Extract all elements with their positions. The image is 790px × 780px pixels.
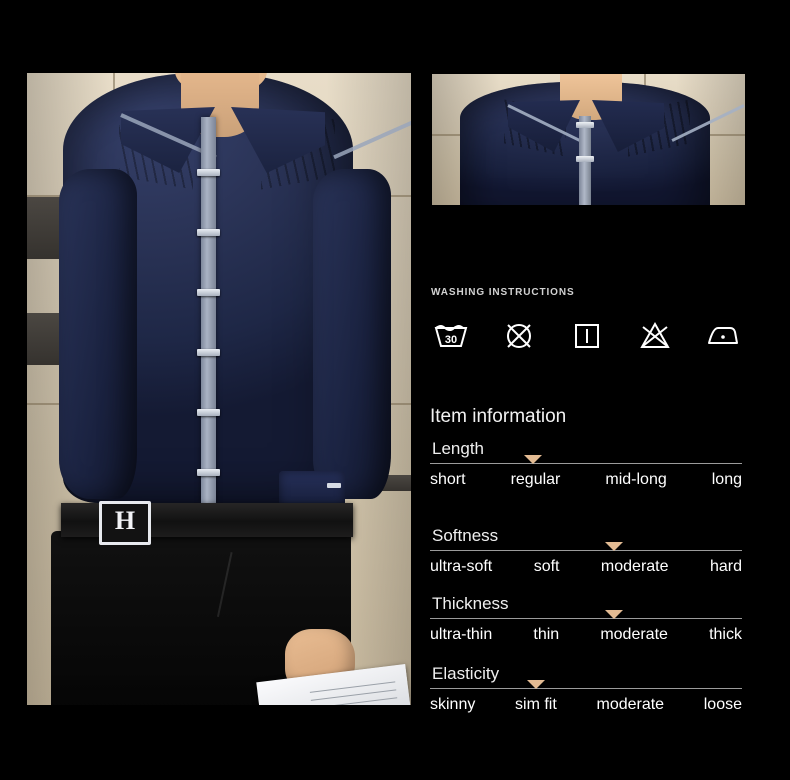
spec-rail (430, 542, 742, 551)
iron-low-heat-icon (703, 316, 743, 356)
shirt-sleeve-right (313, 169, 391, 499)
do-not-tumble-dry-icon (499, 316, 539, 356)
spec-category-label: Thickness (432, 594, 509, 613)
shirt-button-clip (197, 169, 220, 176)
spec-thickness: Thickness ultra-thin thin moderate thick (430, 595, 742, 644)
wash-30-icon: 30 (431, 316, 471, 356)
spec-option[interactable]: moderate (596, 696, 664, 714)
spec-rail (430, 455, 742, 464)
shirt-button-clip (576, 122, 594, 128)
spec-option[interactable]: long (712, 471, 742, 489)
shirt-button-clip (197, 409, 220, 416)
spec-rail (430, 680, 742, 689)
spec-option[interactable]: sim fit (515, 696, 557, 714)
spec-option[interactable]: thick (709, 626, 742, 644)
shirt-collar-detail[interactable] (432, 74, 745, 205)
spec-marker (605, 610, 624, 619)
shirt-button-clip (197, 229, 220, 236)
spec-rail (430, 610, 742, 619)
item-information-title: Item information (430, 406, 567, 427)
washing-icon-row: 30 (431, 312, 743, 360)
spec-option[interactable]: mid-long (605, 471, 666, 489)
shirt-button-clip (197, 289, 220, 296)
shirt-torso (59, 73, 411, 503)
h-belt-buckle (99, 501, 151, 545)
spec-marker (523, 455, 542, 464)
spec-marker (605, 542, 624, 551)
spec-softness: Softness ultra-soft soft moderate hard (430, 527, 742, 576)
drip-dry-icon (567, 316, 607, 356)
cuff-link (327, 483, 341, 488)
spec-option[interactable]: moderate (600, 626, 668, 644)
shirt-button-clip (197, 349, 220, 356)
spec-option[interactable]: loose (704, 696, 742, 714)
shirt-torso-detail (460, 74, 745, 205)
shirt-sleeve-left (59, 169, 137, 499)
spec-option[interactable]: ultra-soft (430, 558, 492, 576)
spec-options: ultra-thin thin moderate thick (430, 619, 742, 644)
product-detail-page: WASHING INSTRUCTIONS 30 (0, 0, 790, 780)
spec-option[interactable]: regular (511, 471, 561, 489)
spec-option[interactable]: moderate (601, 558, 669, 576)
spec-option[interactable]: hard (710, 558, 742, 576)
spec-option[interactable]: skinny (430, 696, 475, 714)
spec-length: Length short regular mid-long long (430, 440, 742, 489)
spec-category-label: Elasticity (432, 664, 500, 683)
spec-elasticity: Elasticity skinny sim fit moderate loose (430, 665, 742, 714)
shirt-button-clip (197, 469, 220, 476)
spec-option[interactable]: thin (533, 626, 559, 644)
spec-category-label: Softness (432, 526, 499, 545)
svg-text:30: 30 (445, 334, 457, 346)
spec-option[interactable]: short (430, 471, 466, 489)
spec-marker (527, 680, 546, 689)
washing-instructions-title: WASHING INSTRUCTIONS (431, 287, 575, 298)
spec-option[interactable]: ultra-thin (430, 626, 492, 644)
spec-option[interactable]: soft (534, 558, 560, 576)
spec-options: short regular mid-long long (430, 464, 742, 489)
spec-category-label: Length (432, 439, 484, 458)
do-not-bleach-icon (635, 316, 675, 356)
shirt-button-clip (576, 156, 594, 162)
spec-options: ultra-soft soft moderate hard (430, 551, 742, 576)
model-wearing-navy-shirt-full[interactable] (27, 73, 411, 705)
spec-options: skinny sim fit moderate loose (430, 689, 742, 714)
